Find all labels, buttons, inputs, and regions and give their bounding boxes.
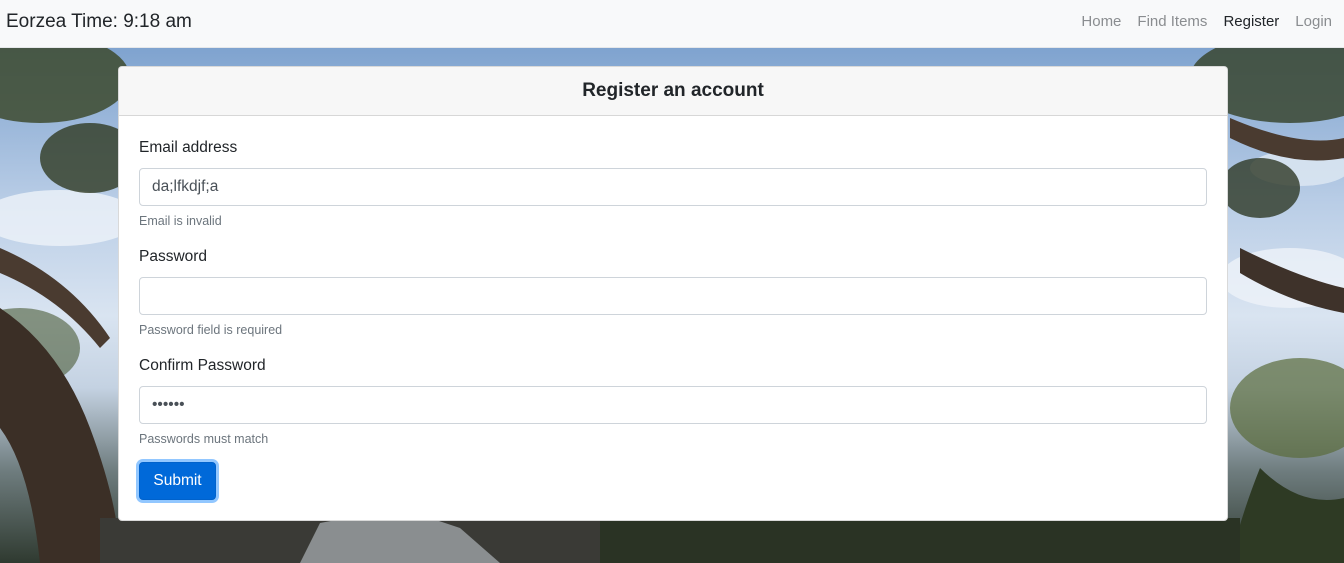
- email-help-text: Email is invalid: [139, 214, 222, 228]
- email-group: Email address Email is invalid: [139, 138, 1207, 229]
- confirm-password-label: Confirm Password: [139, 357, 266, 374]
- password-field[interactable]: [139, 277, 1207, 315]
- nav-link-login[interactable]: Login: [1295, 12, 1332, 32]
- register-card: Register an account Email address Email …: [118, 66, 1228, 521]
- password-label: Password: [139, 248, 208, 265]
- navbar: Eorzea Time: 9:18 am Home Find Items Reg…: [0, 0, 1344, 48]
- confirm-password-group: Confirm Password Passwords must match: [139, 356, 1207, 447]
- confirm-password-field[interactable]: [139, 386, 1207, 424]
- nav-link-find-items[interactable]: Find Items: [1137, 12, 1207, 32]
- nav-link-home[interactable]: Home: [1081, 12, 1121, 32]
- submit-button[interactable]: Submit: [139, 462, 216, 500]
- brand-eorzea-time[interactable]: Eorzea Time: 9:18 am: [6, 10, 192, 34]
- password-group: Password Password field is required: [139, 247, 1207, 338]
- nav-links: Home Find Items Register Login: [1081, 12, 1332, 32]
- email-field[interactable]: [139, 168, 1207, 206]
- card-title: Register an account: [119, 67, 1227, 116]
- email-label: Email address: [139, 139, 238, 156]
- password-help-text: Password field is required: [139, 323, 283, 337]
- nav-link-register[interactable]: Register: [1223, 12, 1279, 32]
- confirm-password-help-text: Passwords must match: [139, 432, 269, 446]
